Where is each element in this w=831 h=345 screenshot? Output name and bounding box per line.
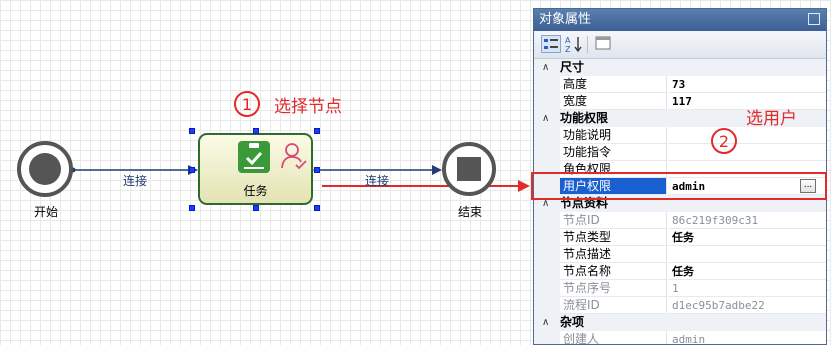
collapse-icon[interactable]: ∧ [542, 110, 549, 127]
property-value[interactable]: 86c219f309c31 [668, 212, 826, 229]
step-2-marker: 2 [711, 128, 737, 154]
property-row[interactable]: 流程ID d1ec95b7adbe22 [534, 297, 826, 314]
property-name: 节点类型 [560, 229, 667, 246]
svg-text:Z: Z [565, 45, 571, 53]
step-1-annotation: 选择节点 [274, 97, 342, 117]
panel-title: 对象属性 [534, 9, 826, 31]
property-value[interactable] [668, 144, 826, 161]
start-label: 开始 [34, 205, 59, 219]
property-value[interactable]: d1ec95b7adbe22 [668, 297, 826, 314]
property-name: 高度 [560, 76, 667, 93]
highlight-box [531, 172, 827, 200]
annotation-arrow-to-row [322, 180, 530, 192]
property-pages-icon[interactable] [593, 35, 613, 53]
property-row[interactable]: 节点名称 任务 [534, 263, 826, 280]
resize-handle-nw[interactable] [189, 128, 195, 134]
task-node[interactable]: 任务 [198, 133, 313, 205]
property-name: 节点描述 [560, 246, 667, 263]
property-name: 流程ID [560, 297, 667, 314]
clipboard-check-icon [238, 141, 270, 173]
property-name: 创建人 [560, 331, 667, 344]
sort-alpha-icon[interactable]: AZ [564, 35, 584, 54]
property-name: 宽度 [560, 93, 667, 110]
property-row[interactable]: 功能指令 [534, 144, 826, 161]
property-value[interactable]: 73 [668, 76, 826, 93]
property-value[interactable]: 任务 [668, 229, 826, 246]
task-label: 任务 [243, 184, 268, 198]
property-value[interactable]: 1 [668, 280, 826, 297]
property-name: 节点名称 [560, 263, 667, 280]
property-value[interactable]: 任务 [668, 263, 826, 280]
property-row[interactable]: 节点ID 86c219f309c31 [534, 212, 826, 229]
maximize-icon[interactable] [808, 13, 820, 25]
step-2-annotation: 选用户 [746, 109, 797, 129]
flow-label-2: 连接 [365, 174, 390, 188]
collapse-icon[interactable]: ∧ [542, 314, 549, 331]
property-value[interactable]: admin [668, 331, 826, 344]
property-row[interactable]: 节点描述 [534, 246, 826, 263]
step-1-marker: 1 [234, 91, 260, 117]
resize-handle-se[interactable] [314, 205, 320, 211]
property-row[interactable]: 高度 73 [534, 76, 826, 93]
category-misc[interactable]: ∧ 杂项 [534, 314, 826, 331]
resize-handle-w[interactable] [189, 167, 195, 173]
resize-handle-sw[interactable] [189, 205, 195, 211]
flow-label-1: 连接 [123, 174, 148, 188]
property-row[interactable]: 节点类型 任务 [534, 229, 826, 246]
end-event[interactable] [442, 142, 496, 196]
property-name: 节点ID [560, 212, 667, 229]
panel-toolbar: AZ [534, 31, 826, 59]
property-row[interactable]: 创建人 admin [534, 331, 826, 344]
property-name: 功能指令 [560, 144, 667, 161]
property-row[interactable]: 功能说明 [534, 127, 826, 144]
resize-handle-ne[interactable] [314, 128, 320, 134]
collapse-icon[interactable]: ∧ [542, 59, 549, 76]
categorized-view-icon[interactable] [541, 35, 561, 53]
property-row[interactable]: 节点序号 1 [534, 280, 826, 297]
resize-handle-s[interactable] [253, 205, 259, 211]
property-value[interactable] [668, 127, 826, 144]
start-event[interactable] [17, 141, 73, 197]
user-check-icon [280, 141, 308, 171]
svg-text:A: A [565, 36, 571, 45]
resize-handle-e[interactable] [314, 167, 320, 173]
resize-handle-n[interactable] [253, 128, 259, 134]
category-size[interactable]: ∧ 尺寸 [534, 59, 826, 76]
property-name: 功能说明 [560, 127, 667, 144]
property-value[interactable] [668, 246, 826, 263]
end-label: 结束 [458, 205, 483, 219]
property-name: 节点序号 [560, 280, 667, 297]
